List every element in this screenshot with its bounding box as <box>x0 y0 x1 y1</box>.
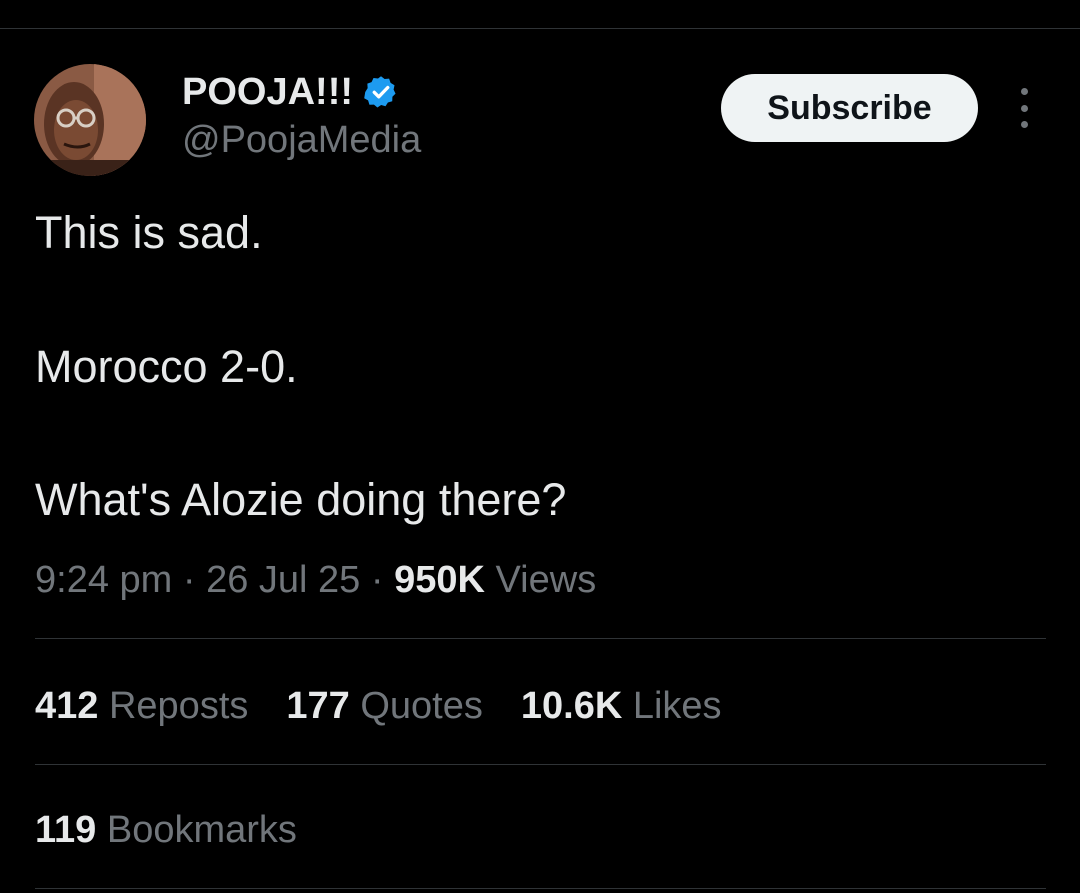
tweet-text-line: Morocco 2-0. <box>35 341 298 392</box>
bookmarks-label: Bookmarks <box>106 809 297 851</box>
meta-separator: · <box>370 559 384 601</box>
more-dot <box>1020 121 1028 128</box>
author-handle[interactable]: @PoojaMedia <box>182 118 421 162</box>
verified-badge-icon <box>363 74 399 110</box>
meta-separator: · <box>182 559 196 601</box>
divider <box>35 638 1046 639</box>
quotes-stat[interactable]: 177 Quotes <box>286 682 483 730</box>
display-name[interactable]: POOJA!!! <box>182 70 353 114</box>
views-label: Views <box>495 559 597 601</box>
quotes-count: 177 <box>286 685 350 727</box>
more-dot <box>1020 88 1028 95</box>
more-dot <box>1020 104 1028 112</box>
avatar-image <box>34 64 146 176</box>
top-divider <box>0 28 1080 29</box>
likes-count: 10.6K <box>520 685 623 727</box>
tweet-text-line: What's Alozie doing there? <box>35 474 567 525</box>
divider <box>35 764 1046 765</box>
engagement-stats: 412 Reposts 177 Quotes 10.6K Likes <box>35 682 722 730</box>
likes-label: Likes <box>632 685 722 727</box>
avatar[interactable] <box>34 64 146 176</box>
more-options-icon[interactable] <box>1010 88 1038 128</box>
bookmarks-stat[interactable]: 119 Bookmarks <box>35 806 297 854</box>
divider <box>35 888 1046 889</box>
reposts-label: Reposts <box>108 685 249 727</box>
views-count: 950K <box>394 559 485 601</box>
bookmarks-count: 119 <box>35 809 97 851</box>
author-name-row: POOJA!!! <box>182 70 399 114</box>
tweet-meta: 9:24 pm · 26 Jul 25 · 950K Views <box>35 556 596 604</box>
reposts-stat[interactable]: 412 Reposts <box>35 682 248 730</box>
likes-stat[interactable]: 10.6K Likes <box>521 682 722 730</box>
reposts-count: 412 <box>35 685 99 727</box>
subscribe-button[interactable]: Subscribe <box>721 74 978 142</box>
tweet-date[interactable]: 26 Jul 25 <box>206 559 360 601</box>
quotes-label: Quotes <box>360 685 483 727</box>
tweet-text-line: This is sad. <box>35 207 263 258</box>
tweet-time[interactable]: 9:24 pm <box>35 559 172 601</box>
